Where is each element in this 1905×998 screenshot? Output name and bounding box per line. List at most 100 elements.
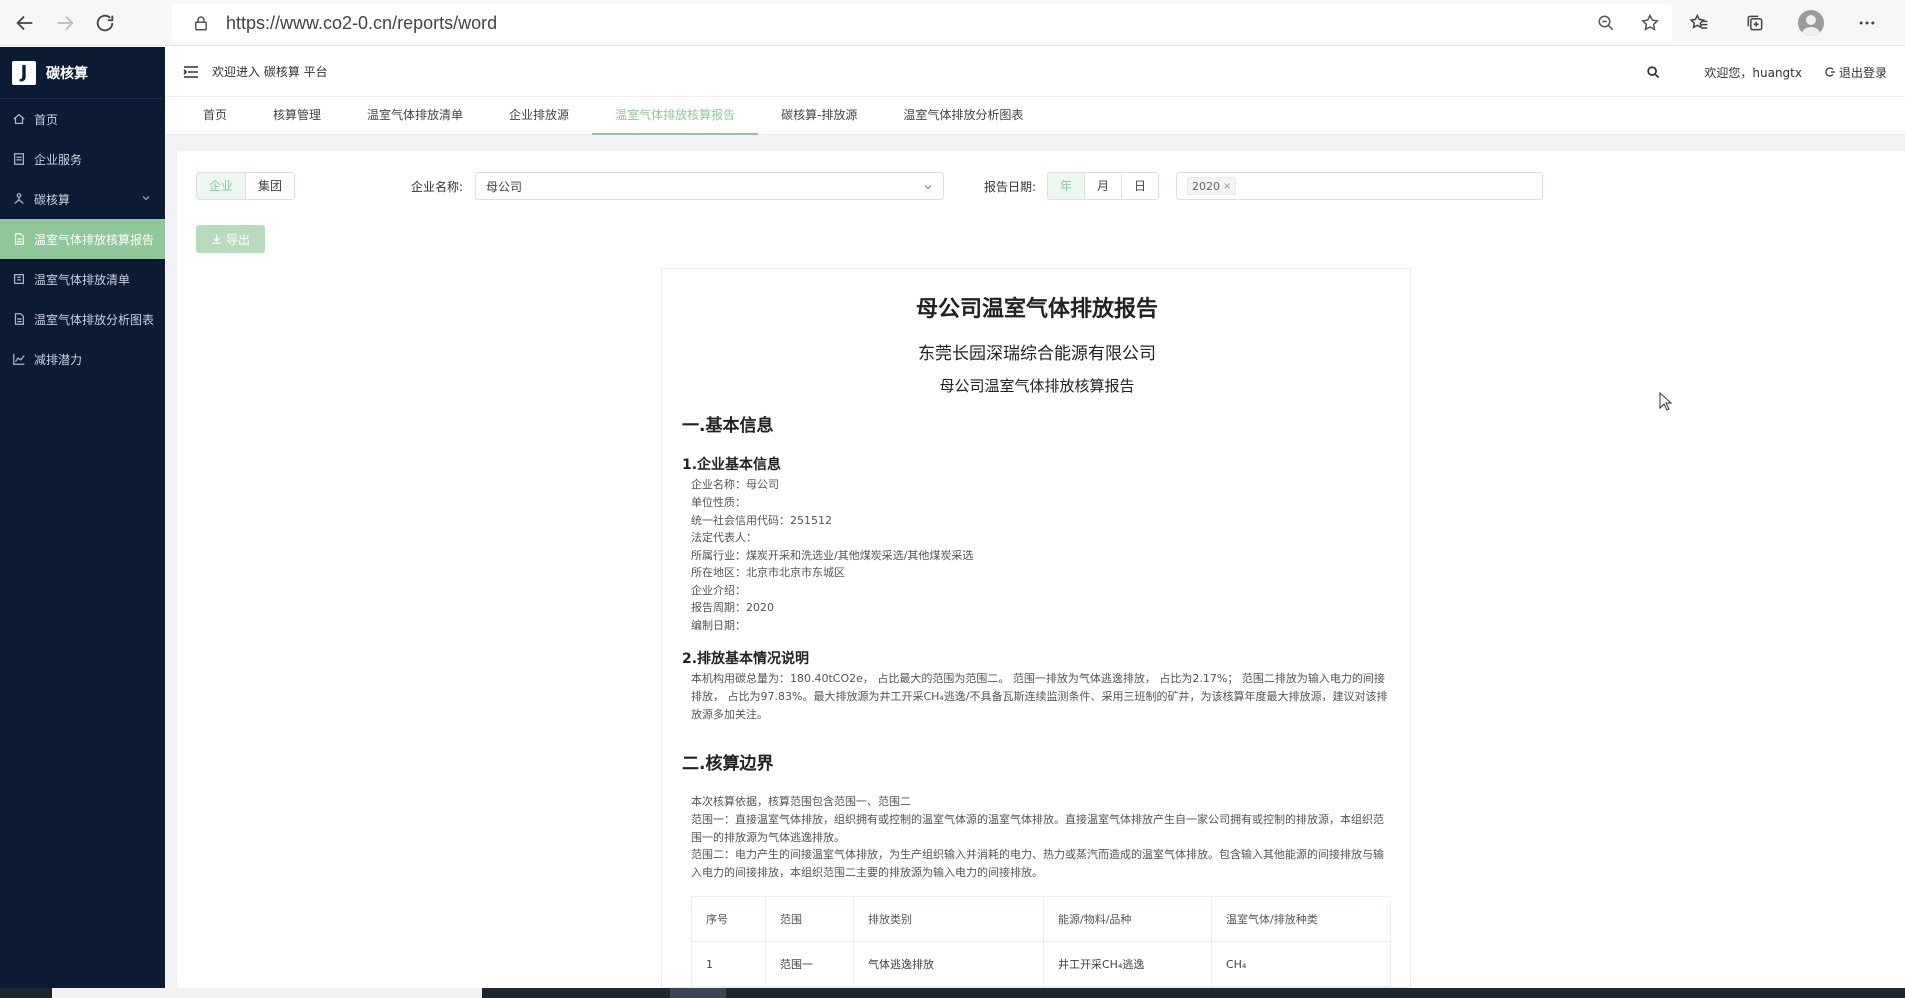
sidebar-item-label: 首页 (34, 112, 59, 127)
section-accounting-boundary: 二.核算边界 (682, 754, 774, 774)
address-bar[interactable]: https://www.co2-0.cn/reports/word (172, 4, 1672, 42)
sidebar-item-home[interactable]: 首页 (0, 99, 165, 139)
info-line: 所在地区：北京市北京市东城区 (691, 566, 845, 579)
search-icon[interactable] (1646, 65, 1660, 79)
year-tag: 2020 × (1187, 177, 1237, 195)
date-option-day[interactable]: 日 (1121, 173, 1159, 199)
chevron-down-icon (924, 185, 932, 190)
back-icon[interactable] (10, 8, 40, 38)
subsection-emission-overview: 2.排放基本情况说明 (682, 651, 810, 667)
sidebar-item-ghg-inventory[interactable]: 温室气体排放清单 (0, 259, 165, 299)
logout-label: 退出登录 (1838, 65, 1887, 80)
forward-icon[interactable] (50, 8, 80, 38)
tab-enterprise-sources[interactable]: 企业排放源 (486, 97, 592, 135)
report-title: 母公司温室气体排放报告 (915, 297, 1158, 322)
sidebar-item-reduction-potential[interactable]: 减排潜力 (0, 339, 165, 379)
tab-carbon-sources[interactable]: 碳核算-排放源 (758, 97, 880, 135)
taskbar-search[interactable] (52, 988, 482, 998)
refresh-icon[interactable] (90, 8, 120, 38)
profile-avatar[interactable] (1783, 10, 1839, 36)
url-text[interactable]: https://www.co2-0.cn/reports/word (226, 13, 497, 34)
sidebar-item-label: 温室气体排放核算报告 (34, 232, 155, 247)
export-button[interactable]: 导出 (196, 225, 265, 253)
user-greeting: 欢迎您，huangtx (1704, 65, 1802, 80)
table-header-row: 序号 范围 排放类别 能源/物料/品种 温室气体/排放种类 (691, 896, 1391, 942)
company-select[interactable]: 母公司 (475, 172, 944, 200)
tab-ghg-inventory[interactable]: 温室气体排放清单 (344, 97, 486, 135)
sidebar-item-label: 温室气体排放清单 (34, 272, 131, 287)
logout-icon (1825, 67, 1835, 77)
document-icon (12, 152, 26, 166)
chart-icon (12, 352, 26, 366)
favorites-icon[interactable] (1671, 13, 1727, 33)
boundary-line: 范围二：电力产生的间接温室气体排放，为生产组织输入并消耗的电力、热力或蒸汽而造成… (691, 848, 1384, 879)
logout-button[interactable]: 退出登录 (1824, 64, 1887, 81)
more-icon[interactable] (1839, 13, 1895, 33)
column-header: 序号 (691, 896, 766, 942)
scope-option-group[interactable]: 集团 (245, 173, 295, 199)
tab-bar: 首页 核算管理 温室气体排放清单 企业排放源 温室气体排放核算报告 碳核算-排放… (166, 97, 1905, 135)
home-icon (12, 112, 26, 126)
tab-ghg-report[interactable]: 温室气体排放核算报告 (592, 97, 759, 135)
welcome-text: 欢迎进入 碳核算 平台 (212, 65, 328, 79)
date-option-year[interactable]: 年 (1048, 173, 1085, 199)
report-company: 东莞长园深瑞综合能源有限公司 (918, 344, 1156, 364)
tab-home[interactable]: 首页 (180, 97, 250, 135)
company-label: 企业名称: (411, 180, 464, 194)
info-line: 法定代表人： (691, 531, 757, 544)
date-granularity-toggle: 年 月 日 (1047, 172, 1160, 200)
close-icon[interactable]: × (1223, 181, 1231, 192)
year-tag-label: 2020 (1192, 179, 1220, 193)
collections-icon[interactable] (1727, 13, 1783, 33)
report-document: 母公司温室气体排放报告 东莞长园深瑞综合能源有限公司 母公司温室气体排放核算报告… (661, 268, 1411, 988)
info-line: 企业介绍： (691, 584, 746, 597)
boundary-line: 范围一：直接温室气体排放，组织拥有或控制的温室气体源的温室气体排放。直接温室气体… (691, 813, 1384, 844)
sidebar-item-label: 碳核算 (34, 192, 71, 207)
info-line: 编制日期： (691, 619, 746, 632)
column-header: 温室气体/排放种类 (1211, 896, 1391, 942)
sidebar-item-ghg-report[interactable]: 温室气体排放核算报告 (0, 219, 165, 259)
sidebar-item-label: 企业服务 (34, 152, 83, 167)
sidebar-item-carbon-accounting[interactable]: 碳核算 (0, 179, 165, 219)
menu-toggle-icon[interactable] (182, 63, 200, 81)
info-line: 统一社会信用代码：251512 (691, 514, 832, 527)
add-favorite-icon[interactable] (1628, 13, 1672, 33)
taskbar-app[interactable] (670, 988, 726, 998)
sidebar-item-label: 减排潜力 (34, 352, 83, 367)
emission-source-table: 序号 范围 排放类别 能源/物料/品种 温室气体/排放种类 1 范围一 气体逃逸… (691, 896, 1391, 987)
table-cell: 气体逃逸排放 (853, 941, 1044, 987)
top-header: 欢迎进入 碳核算 平台 欢迎您，huangtx 退出登录 (166, 47, 1905, 97)
column-header: 排放类别 (853, 896, 1044, 942)
logo-mark: J (12, 60, 36, 85)
table-cell: CH₄ (1211, 941, 1391, 987)
zoom-out-icon[interactable] (1584, 14, 1628, 32)
table-row: 1 范围一 气体逃逸排放 井工开采CH₄逃逸 CH₄ (691, 941, 1391, 987)
info-line: 所属行业：煤炭开采和洗选业/其他煤炭采选/其他煤炭采选 (691, 549, 974, 562)
tab-ghg-charts[interactable]: 温室气体排放分析图表 (880, 97, 1046, 135)
date-option-month[interactable]: 月 (1084, 173, 1122, 199)
download-icon (211, 234, 222, 244)
logo-text: 碳核算 (46, 65, 88, 82)
sidebar-item-enterprise-service[interactable]: 企业服务 (0, 139, 165, 179)
chevron-down-icon (142, 196, 150, 201)
list-icon (12, 272, 26, 286)
mouse-cursor-icon (1659, 392, 1673, 411)
sidebar-item-ghg-charts[interactable]: 温室气体排放分析图表 (0, 299, 165, 339)
lock-icon (195, 16, 207, 31)
tab-accounting-management[interactable]: 核算管理 (250, 97, 344, 135)
app-logo[interactable]: J 碳核算 (0, 47, 165, 99)
browser-toolbar: https://www.co2-0.cn/reports/word (0, 0, 1905, 46)
section-basic-info: 一.基本信息 (682, 416, 774, 436)
info-line: 报告周期：2020 (691, 601, 774, 614)
taskbar (0, 988, 1905, 998)
boundary-line: 本次核算依据，核算范围包含范围一、范围二 (691, 795, 911, 808)
table-cell: 范围一 (765, 941, 854, 987)
table-cell: 井工开采CH₄逃逸 (1043, 941, 1212, 987)
scope-option-enterprise[interactable]: 企业 (197, 173, 246, 199)
scope-toggle: 企业 集团 (196, 172, 296, 200)
report-subtitle: 母公司温室气体排放核算报告 (939, 377, 1135, 395)
export-label: 导出 (225, 232, 250, 247)
report-icon (12, 312, 26, 326)
company-select-value: 母公司 (486, 179, 523, 194)
year-picker[interactable]: 2020 × (1176, 172, 1543, 200)
